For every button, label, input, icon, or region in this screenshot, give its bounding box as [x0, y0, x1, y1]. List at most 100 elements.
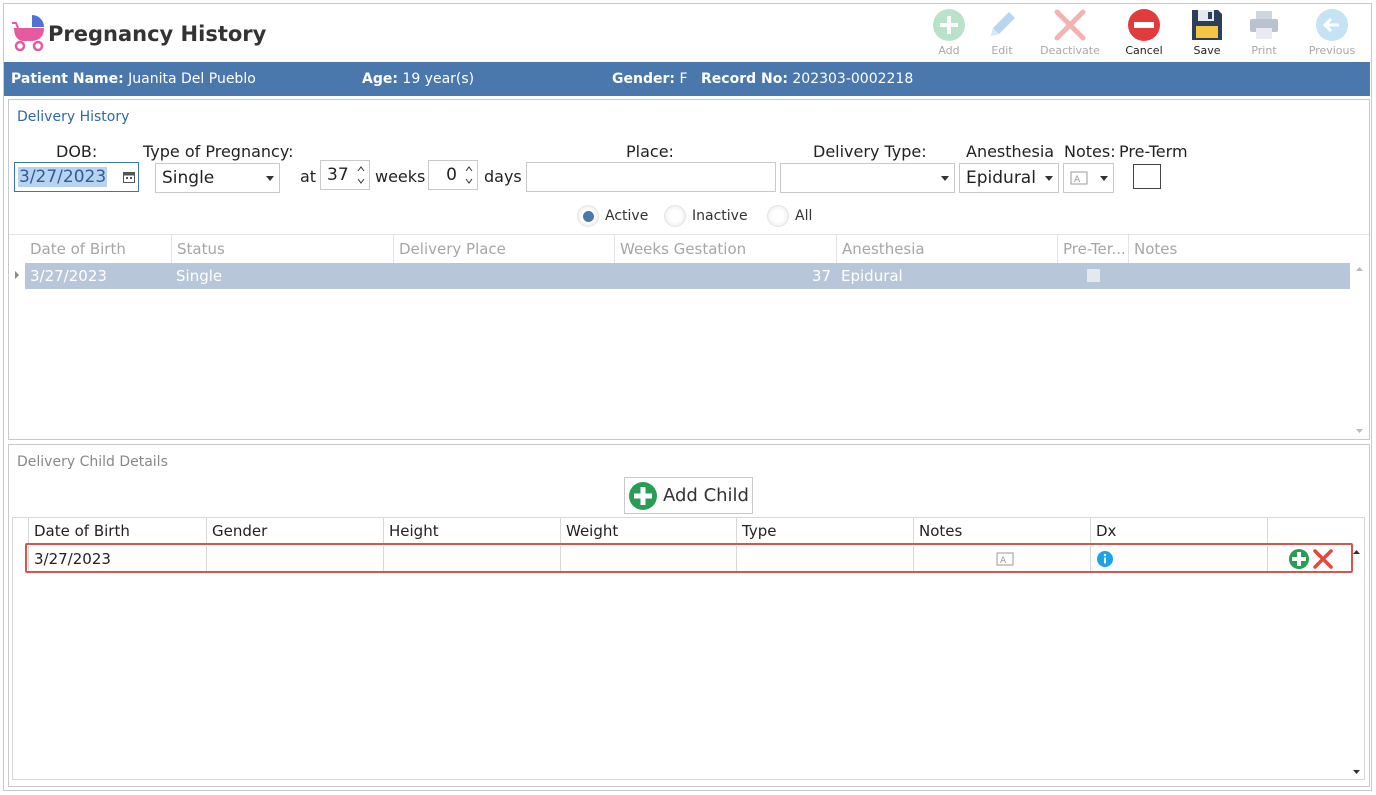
weeks-value: 37 [327, 165, 349, 185]
scroll-arrows-icon [1353, 550, 1360, 774]
app-logo [10, 13, 46, 52]
spinner-arrows-icon[interactable] [464, 164, 474, 186]
child-grid-scrollbar[interactable] [1348, 544, 1365, 780]
patient-name-value: Juanita Del Pueblo [128, 71, 256, 87]
col-weeks-gestation[interactable]: Weeks Gestation [614, 235, 836, 263]
col-status[interactable]: Status [171, 235, 393, 263]
patient-record-value: 202303-0002218 [792, 71, 914, 87]
svg-text:A: A [1074, 175, 1081, 185]
chevron-down-icon [1045, 176, 1053, 181]
delivery-grid-scrollbar[interactable] [1351, 263, 1368, 439]
cell-notes [1128, 263, 1350, 289]
patient-age-field: Age: 19 year(s) [362, 71, 474, 87]
patient-record-label: Record No: [701, 71, 788, 87]
patient-gender-value: F [679, 71, 688, 87]
previous-button[interactable]: Previous [1297, 6, 1367, 57]
chevron-down-icon [266, 176, 274, 181]
cancel-button-label: Cancel [1125, 44, 1163, 57]
col-preterm[interactable]: Pre-Ter... [1057, 235, 1128, 263]
edit-button-label: Edit [991, 44, 1013, 57]
patient-age-value: 19 year(s) [402, 71, 475, 87]
chevron-down-icon [941, 176, 949, 181]
arrow-left-icon [1316, 9, 1348, 41]
delivery-type-dropdown[interactable] [780, 163, 955, 193]
cell-dob: 3/27/2023 [30, 267, 107, 285]
add-child-label: Add Child [663, 485, 749, 506]
scroll-arrows-icon [1356, 267, 1363, 433]
deactivate-button-label: Deactivate [1040, 44, 1100, 57]
spinner-arrows-icon[interactable] [356, 164, 366, 186]
deactivate-button[interactable]: Deactivate [1035, 6, 1105, 57]
calendar-icon[interactable] [123, 171, 135, 183]
selected-row-highlight [25, 543, 1353, 573]
pregnancy-type-dropdown[interactable]: Single [155, 163, 280, 193]
patient-gender-label: Gender: [612, 71, 675, 87]
col-child-weight[interactable]: Weight [560, 518, 736, 544]
patient-gender-field: Gender: F [612, 71, 688, 87]
notes-label: Notes: [1064, 142, 1116, 161]
dob-date-value: 3/27/2023 [18, 167, 108, 187]
anesthesia-dropdown[interactable]: Epidural [959, 163, 1059, 193]
patient-record-field: Record No: 202303-0002218 [701, 71, 913, 87]
col-child-type[interactable]: Type [736, 518, 913, 544]
patient-name-field: Patient Name: Juanita Del Pueblo [11, 71, 256, 87]
no-entry-icon [1128, 9, 1160, 41]
col-anesthesia[interactable]: Anesthesia [836, 235, 1057, 263]
delivery-history-title: Delivery History [17, 109, 130, 125]
patient-name-label: Patient Name: [11, 71, 124, 87]
place-input[interactable] [526, 162, 776, 192]
anesthesia-value: Epidural [966, 168, 1036, 188]
floppy-disk-icon [1192, 10, 1222, 40]
days-value: 0 [446, 165, 457, 185]
cancel-button[interactable]: Cancel [1109, 6, 1179, 57]
cell-preterm-checkbox [1087, 269, 1100, 282]
weeks-label: weeks [375, 167, 426, 186]
child-details-title: Delivery Child Details [17, 454, 168, 470]
weeks-stepper[interactable]: 37 [320, 160, 370, 190]
filter-active-radio[interactable]: Active [577, 205, 648, 227]
notes-button[interactable]: A [1063, 163, 1114, 193]
col-child-gender[interactable]: Gender [206, 518, 383, 544]
print-button-label: Print [1251, 44, 1277, 57]
cell-status: Single [176, 267, 223, 285]
note-icon: A [1070, 171, 1088, 185]
at-label: at [300, 167, 317, 186]
x-icon [1054, 9, 1086, 41]
col-child-height[interactable]: Height [383, 518, 560, 544]
preterm-label: Pre-Term [1119, 142, 1188, 161]
col-child-dx[interactable]: Dx [1090, 518, 1267, 544]
dob-label: DOB: [56, 142, 98, 161]
col-child-actions [1267, 518, 1348, 544]
cell-place [393, 263, 614, 289]
preterm-checkbox[interactable] [1133, 164, 1161, 189]
cell-anesthesia: Epidural [841, 267, 903, 285]
child-grid-header: Date of Birth Gender Height Weight Type … [28, 518, 1348, 544]
print-button[interactable]: Print [1229, 6, 1299, 57]
delivery-type-label: Delivery Type: [813, 142, 927, 161]
table-row[interactable]: 3/27/2023 Single 37 Epidural [25, 263, 1350, 289]
filter-inactive-label: Inactive [692, 208, 748, 224]
days-label: days [484, 167, 522, 186]
col-delivery-place[interactable]: Delivery Place [393, 235, 614, 263]
edit-button[interactable]: Edit [967, 6, 1037, 57]
add-child-button[interactable]: Add Child [624, 477, 753, 514]
filter-active-label: Active [605, 208, 649, 224]
row-indicator-icon [15, 271, 19, 279]
page-title: Pregnancy History [48, 22, 267, 46]
printer-icon [1250, 11, 1278, 39]
delivery-grid: Date of Birth Status Delivery Place Week… [9, 234, 1369, 439]
col-notes[interactable]: Notes [1128, 235, 1351, 263]
dob-date-picker[interactable]: 3/27/2023 [14, 162, 139, 192]
add-icon [933, 9, 965, 41]
plus-circle-icon [629, 481, 657, 510]
days-stepper[interactable]: 0 [428, 160, 478, 190]
filter-all-radio[interactable]: All [767, 205, 812, 227]
col-child-notes[interactable]: Notes [913, 518, 1090, 544]
pregnancy-type-label: Type of Pregnancy: [143, 142, 294, 161]
col-child-dob[interactable]: Date of Birth [28, 518, 206, 544]
pregnancy-type-value: Single [162, 168, 215, 188]
chevron-down-icon [1100, 176, 1108, 181]
col-date-of-birth[interactable]: Date of Birth [25, 235, 171, 263]
filter-inactive-radio[interactable]: Inactive [664, 205, 748, 227]
anesthesia-label: Anesthesia [966, 142, 1055, 161]
